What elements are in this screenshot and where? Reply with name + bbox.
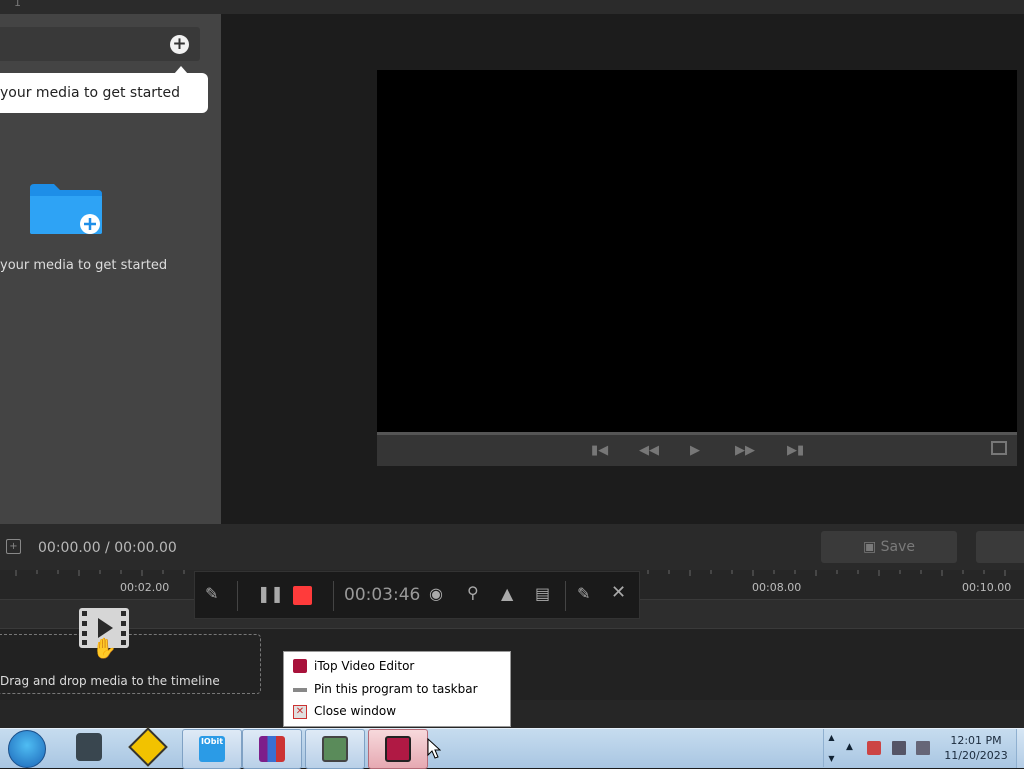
separator <box>565 581 566 611</box>
pause-icon[interactable]: ❚❚ <box>257 584 284 603</box>
taskbar-iobit[interactable]: IObit <box>182 729 242 769</box>
separator <box>237 581 238 611</box>
fast-forward-icon[interactable]: ▶▶ <box>735 443 755 458</box>
import-tooltip: your media to get started <box>0 73 208 113</box>
menu-item-itop-video-editor[interactable]: iTop Video Editor <box>314 659 414 673</box>
drop-text: Drag and drop media to the timeline <box>0 674 220 688</box>
iobit-label: IObit <box>200 737 224 746</box>
network-icon[interactable] <box>892 741 906 755</box>
timecode: 00:00.00 / 00:00.00 <box>38 540 177 556</box>
taskbar-winrar[interactable] <box>242 729 302 769</box>
tick-label: 00:08.00 <box>752 581 802 594</box>
edit-icon[interactable]: ✎ <box>577 584 590 603</box>
close-icon[interactable]: ✕ <box>611 582 626 603</box>
save-icon: ▣ <box>862 539 877 555</box>
scroll-up-icon[interactable]: ▲ <box>824 733 839 742</box>
tray-clock[interactable]: 12:01 PM 11/20/2023 <box>937 733 1015 763</box>
timeline-bottom-strip <box>0 700 1024 728</box>
folder-add-icon[interactable] <box>28 182 104 236</box>
preview-screen <box>377 70 1017 432</box>
play-icon[interactable]: ▶ <box>690 443 700 458</box>
menu-item-pin-taskbar[interactable]: Pin this program to taskbar <box>314 682 478 696</box>
show-desktop-button[interactable] <box>1016 729 1024 768</box>
tooltip-text: your media to get started <box>0 85 181 101</box>
export-button[interactable] <box>976 531 1024 563</box>
tick-label: 00:02.00 <box>120 581 170 594</box>
close-window-icon: ✕ <box>293 705 307 719</box>
plus-icon: + <box>172 34 187 54</box>
taskbar-itop-video-editor[interactable] <box>368 729 428 769</box>
ruler-top-number: 1 <box>14 0 21 9</box>
preview-controls: ▮◀ ◀◀ ▶ ▶▶ ▶▮ <box>377 432 1017 466</box>
tick-label: 00:10.00 <box>962 581 1012 594</box>
clock-date: 11/20/2023 <box>944 749 1008 762</box>
itop-video-editor-icon <box>385 736 411 762</box>
zoom-icon[interactable]: ⚲ <box>467 583 479 602</box>
mouse-cursor-icon <box>427 738 441 759</box>
pin-icon <box>293 688 307 692</box>
scroll-down-icon[interactable]: ▼ <box>824 754 839 763</box>
empty-media-text: your media to get started <box>0 258 168 273</box>
world-of-warships-icon[interactable] <box>76 733 102 761</box>
skip-start-icon[interactable]: ▮◀ <box>591 443 608 458</box>
skip-end-icon[interactable]: ▶▮ <box>787 443 804 458</box>
rewind-icon[interactable]: ◀◀ <box>639 443 659 458</box>
save-label: Save <box>880 539 916 555</box>
spotlight-icon[interactable]: ▲ <box>501 584 513 603</box>
windows-start-icon[interactable] <box>8 730 46 768</box>
add-media-button[interactable]: + <box>170 35 189 54</box>
monitor-icon <box>322 736 348 762</box>
fullscreen-icon[interactable] <box>991 441 1007 455</box>
iobit-icon: IObit <box>199 736 225 762</box>
action-center-icon[interactable] <box>867 741 881 755</box>
winrar-icon <box>259 736 285 762</box>
comment-icon[interactable]: ▤ <box>535 584 550 603</box>
clock-time: 12:01 PM <box>950 734 1002 747</box>
itop-app-icon <box>293 659 307 673</box>
show-hidden-icons-icon[interactable]: ▲ <box>846 742 853 752</box>
top-bar: 1 <box>0 0 1024 14</box>
taskbar-scroll[interactable]: ▲ ▼ <box>823 729 839 767</box>
pen-icon[interactable]: ✎ <box>205 584 218 603</box>
aspect-icon[interactable]: + <box>6 539 21 554</box>
save-button[interactable]: ▣ Save <box>821 531 957 563</box>
separator <box>333 581 334 611</box>
recording-elapsed: 00:03:46 <box>344 585 421 605</box>
stop-record-icon[interactable] <box>293 586 312 605</box>
taskbar-context-menu: iTop Video Editor Pin this program to ta… <box>283 651 511 727</box>
volume-muted-icon[interactable] <box>916 741 930 755</box>
hand-cursor-icon: ✋ <box>92 636 117 660</box>
recorder-toolbar: ✎ ❚❚ 00:03:46 ◉ ⚲ ▲ ▤ ✎ ✕ <box>194 571 640 619</box>
camera-icon[interactable]: ◉ <box>429 584 443 603</box>
menu-item-close-window[interactable]: Close window <box>314 704 396 718</box>
taskbar-display[interactable] <box>305 729 365 769</box>
